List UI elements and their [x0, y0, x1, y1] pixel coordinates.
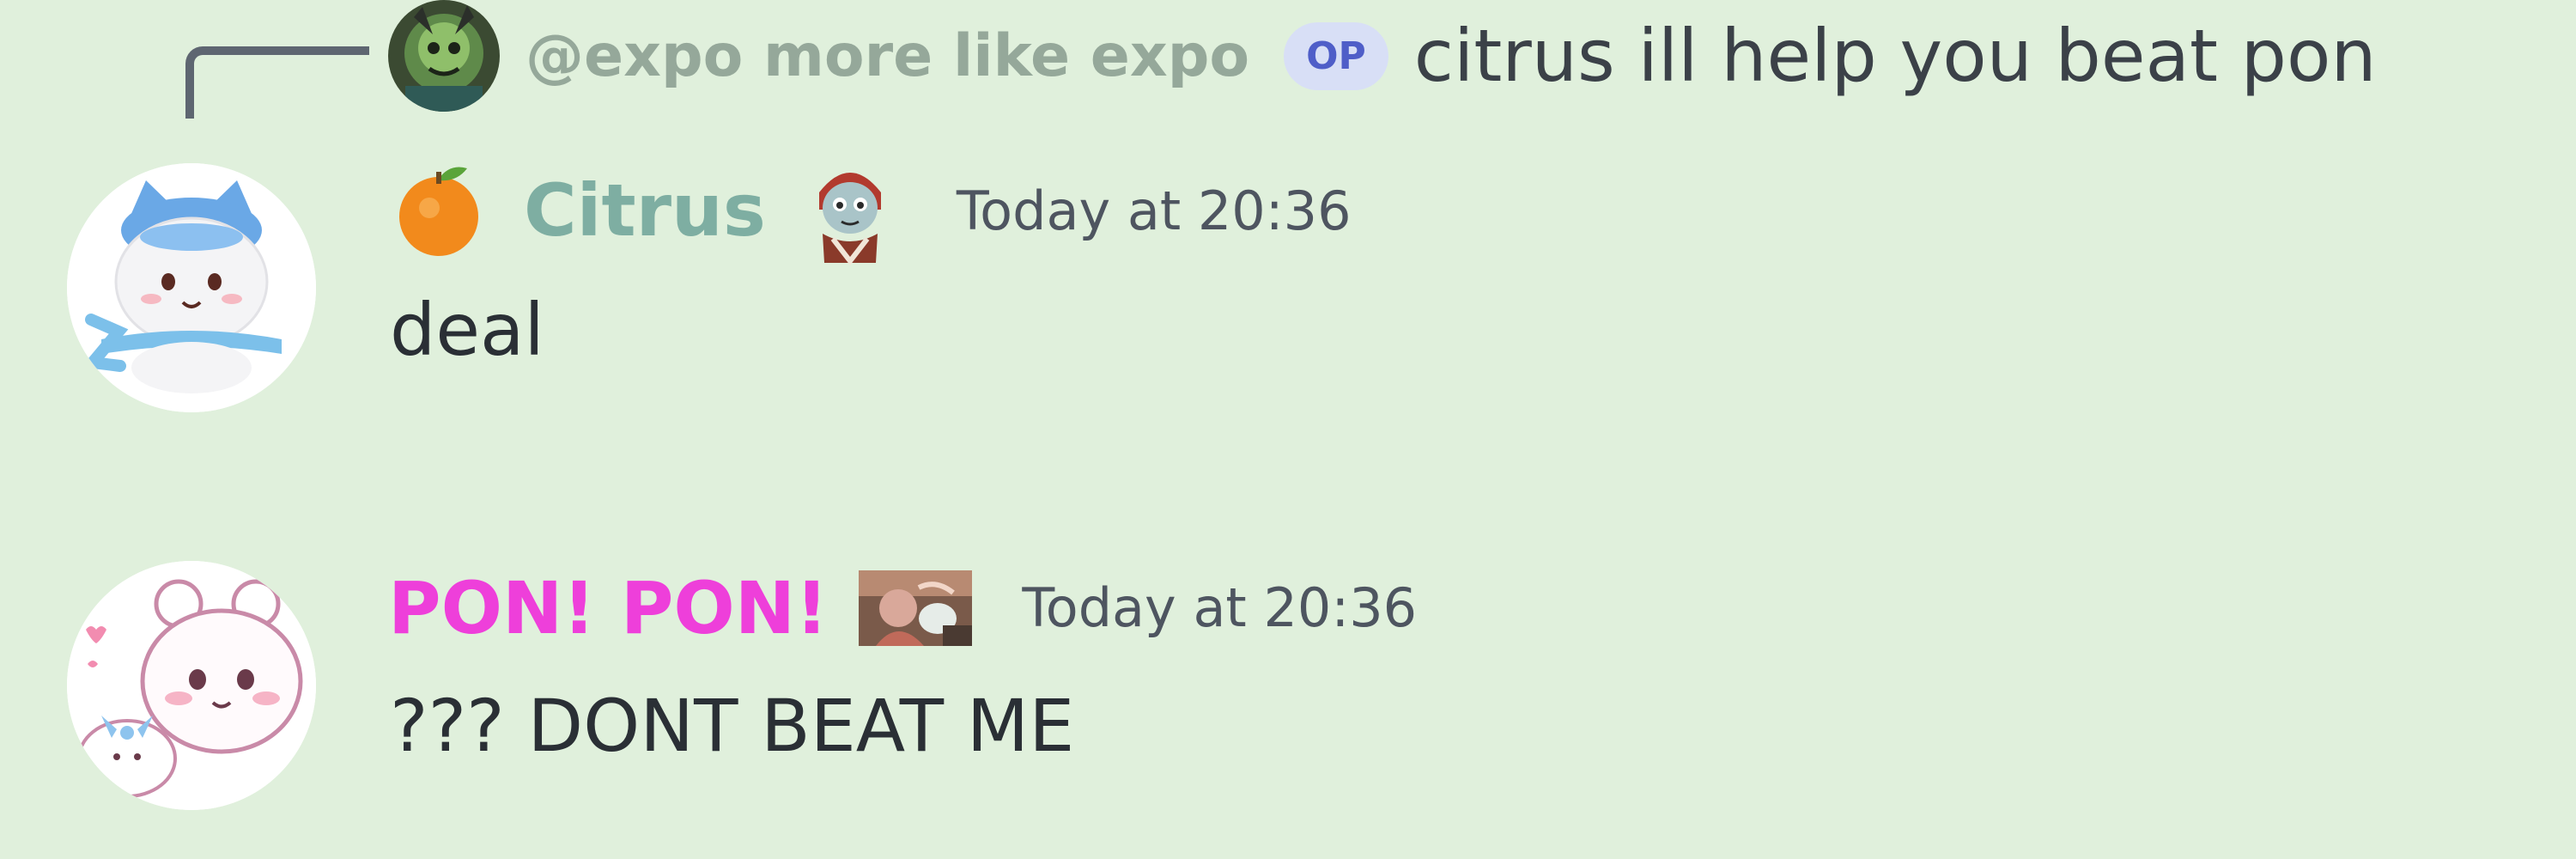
- tangerine-icon: [388, 160, 489, 261]
- op-badge: OP: [1284, 21, 1388, 90]
- pon-avatar[interactable]: [67, 561, 316, 810]
- reply-author-name[interactable]: @expo more like expo: [526, 22, 1249, 90]
- reply-connector: [185, 46, 369, 119]
- citrus-message-header: Citrus Today at 20:36: [388, 155, 1352, 266]
- pon-timestamp[interactable]: Today at 20:36: [1022, 576, 1417, 639]
- pon-username[interactable]: PON! PON!: [388, 566, 828, 650]
- character-role-icon[interactable]: [807, 155, 893, 266]
- chat-view: @expo more like expo OP citrus ill help …: [0, 0, 2576, 859]
- photo-role-icon[interactable]: [859, 570, 973, 646]
- reply-avatar[interactable]: [388, 0, 500, 112]
- reply-preview[interactable]: @expo more like expo OP citrus ill help …: [388, 0, 2377, 112]
- citrus-timestamp[interactable]: Today at 20:36: [957, 180, 1352, 242]
- citrus-message-text: deal: [390, 288, 544, 372]
- pon-message-text: ??? DONT BEAT ME: [390, 684, 1075, 768]
- citrus-avatar[interactable]: [67, 163, 316, 412]
- pon-message-header: PON! PON! Today at 20:36: [388, 554, 1417, 661]
- citrus-username[interactable]: Citrus: [524, 168, 766, 253]
- reply-content[interactable]: citrus ill help you beat pon: [1414, 14, 2377, 98]
